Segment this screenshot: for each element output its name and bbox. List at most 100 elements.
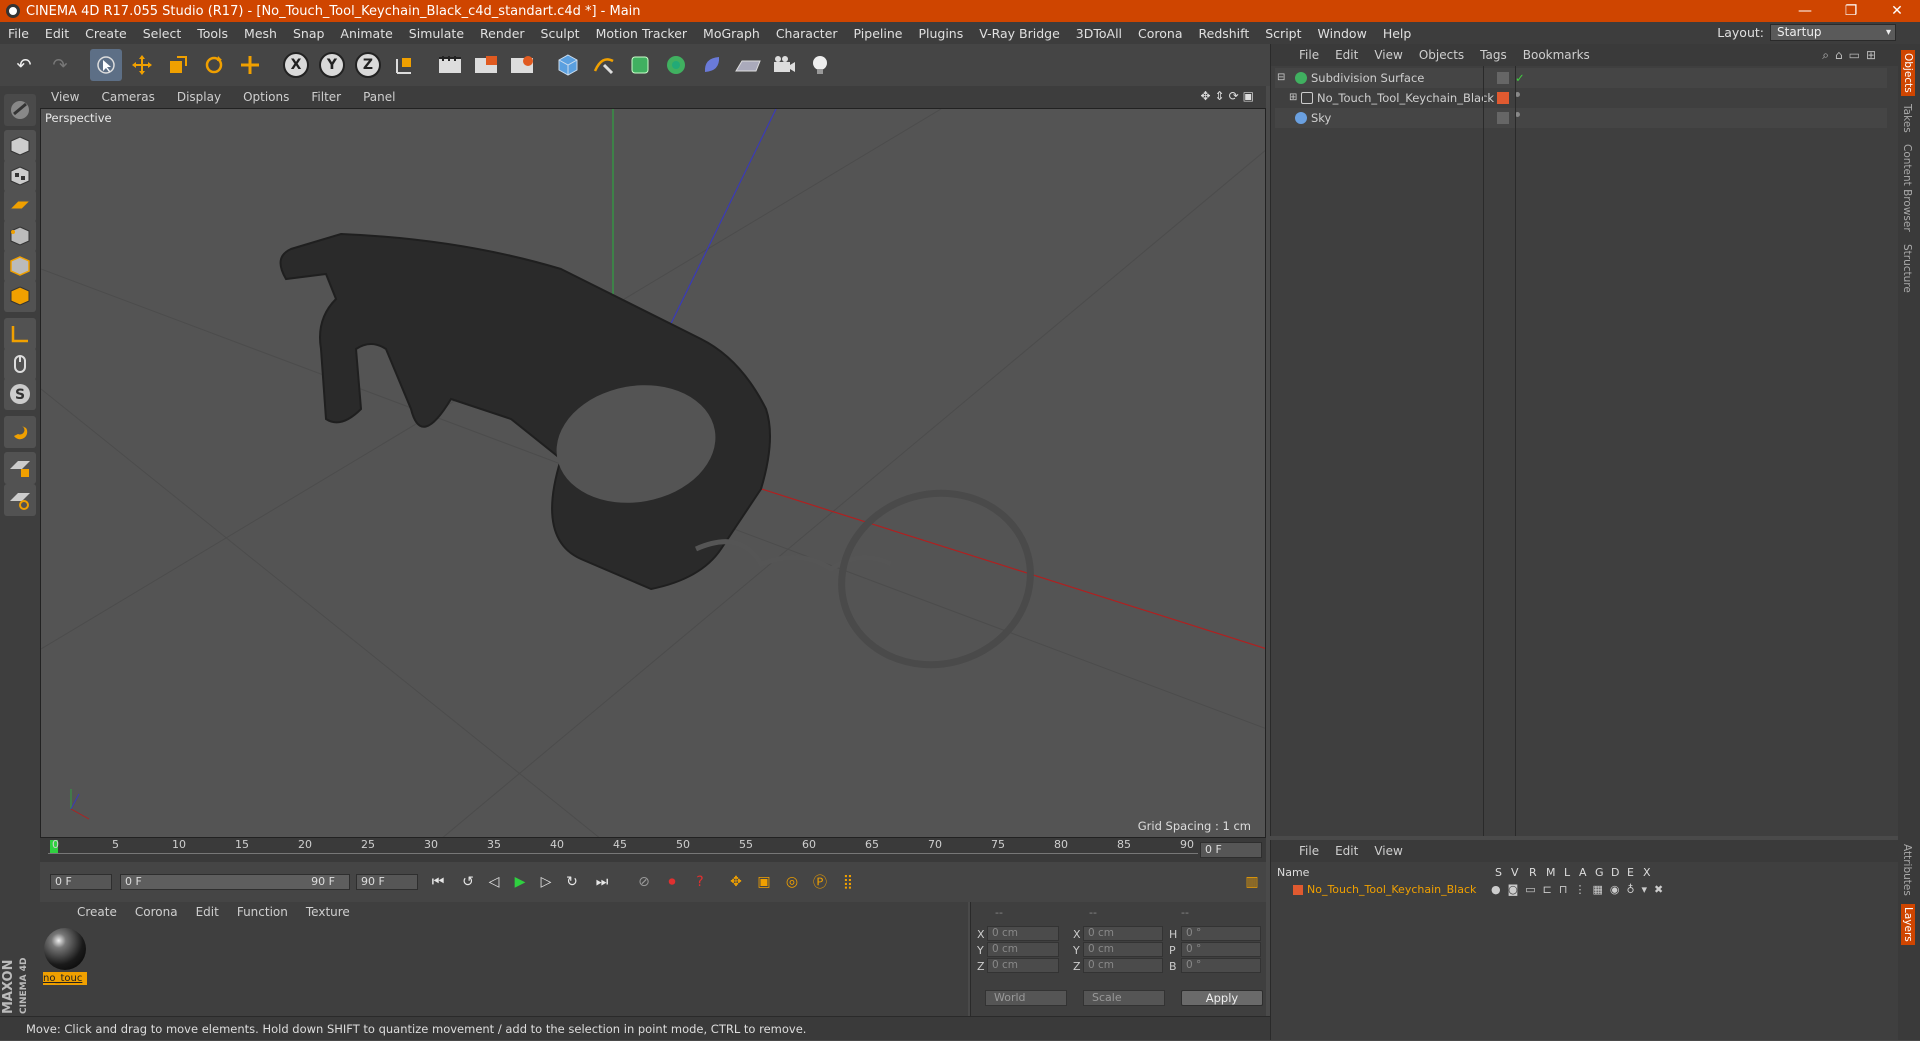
y-axis-lock[interactable]: Y: [316, 49, 348, 81]
collapse-icon[interactable]: ⊟: [1277, 68, 1285, 88]
layer-row[interactable]: No_Touch_Tool_Keychain_Black ●◙▭⊏⊓⋮▦◉♁▾✖: [1277, 882, 1887, 898]
object-menu-tags[interactable]: Tags: [1472, 48, 1515, 62]
frame-range-slider[interactable]: 0 F 90 F: [120, 874, 350, 890]
menu-script[interactable]: Script: [1257, 26, 1309, 41]
redo-button[interactable]: ↷: [44, 49, 76, 81]
layer-menu-view[interactable]: View: [1366, 844, 1410, 858]
render-view-icon[interactable]: [434, 49, 466, 81]
locked-workplane-icon[interactable]: [4, 452, 36, 484]
rotation-b-field[interactable]: 0 °: [1181, 958, 1261, 973]
transform-tool-icon[interactable]: [234, 49, 266, 81]
menu-plugins[interactable]: Plugins: [910, 26, 971, 41]
cube-icon[interactable]: [552, 49, 584, 81]
maximize-button[interactable]: ❐: [1828, 0, 1874, 22]
tab-takes[interactable]: Takes: [1901, 104, 1913, 133]
previous-key-icon[interactable]: ↺: [456, 870, 480, 894]
scale-tool-icon[interactable]: [162, 49, 194, 81]
go-to-start-icon[interactable]: ⏮: [426, 870, 450, 894]
z-axis-lock[interactable]: Z: [352, 49, 384, 81]
deformer-icon[interactable]: [696, 49, 728, 81]
key-rotation-icon[interactable]: ◎: [780, 870, 804, 894]
record-active-icon[interactable]: ⊘: [632, 870, 656, 894]
cloner-icon[interactable]: [660, 49, 692, 81]
texture-mode-icon[interactable]: [4, 160, 36, 192]
points-mode-icon[interactable]: [4, 220, 36, 252]
material-preview-ball[interactable]: [44, 928, 86, 970]
material-menu-function[interactable]: Function: [228, 905, 297, 919]
next-key-icon[interactable]: ↻: [560, 870, 584, 894]
axis-mode-icon[interactable]: [4, 318, 36, 350]
layer-color-swatch[interactable]: [1293, 885, 1303, 895]
size-y-field[interactable]: 0 cm: [1083, 942, 1163, 957]
menu-motion-tracker[interactable]: Motion Tracker: [588, 26, 695, 41]
viewport-menu-display[interactable]: Display: [166, 90, 232, 104]
tab-objects[interactable]: Objects: [1901, 50, 1915, 96]
object-menu-view[interactable]: View: [1366, 48, 1410, 62]
layer-menu-edit[interactable]: Edit: [1327, 844, 1366, 858]
menu-simulate[interactable]: Simulate: [401, 26, 472, 41]
magnet-icon[interactable]: [4, 416, 36, 448]
edges-mode-icon[interactable]: [4, 250, 36, 282]
key-parameter-icon[interactable]: Ⓟ: [808, 870, 832, 894]
menu-select[interactable]: Select: [135, 26, 190, 41]
menu-mograph[interactable]: MoGraph: [695, 26, 768, 41]
workplane-mode-icon[interactable]: [4, 190, 36, 222]
snap-icon[interactable]: S: [4, 378, 36, 410]
viewport-menu-view[interactable]: View: [40, 90, 90, 104]
menu-mesh[interactable]: Mesh: [236, 26, 285, 41]
keyframe-selection-icon[interactable]: ?: [688, 870, 712, 894]
size-z-field[interactable]: 0 cm: [1083, 958, 1163, 973]
key-scale-icon[interactable]: ▣: [752, 870, 776, 894]
viewport-nav-icons[interactable]: ✥⇕⟳▣: [1200, 89, 1258, 103]
x-axis-lock[interactable]: X: [280, 49, 312, 81]
object-row-subdivision-surface[interactable]: ⊟ Subdivision Surface ✓: [1275, 68, 1887, 88]
minimize-button[interactable]: —: [1782, 0, 1828, 22]
end-frame-field[interactable]: 90 F: [356, 874, 418, 890]
layer-tag-icon[interactable]: [1497, 112, 1509, 124]
move-tool-icon[interactable]: [126, 49, 158, 81]
previous-frame-icon[interactable]: ◁: [482, 870, 506, 894]
key-position-icon[interactable]: ✥: [724, 870, 748, 894]
menu-help[interactable]: Help: [1375, 26, 1420, 41]
tab-attributes[interactable]: Attributes: [1901, 844, 1913, 896]
viewport-menu-filter[interactable]: Filter: [300, 90, 352, 104]
autokey-icon[interactable]: ⏺: [660, 870, 684, 894]
menu-animate[interactable]: Animate: [332, 26, 400, 41]
close-button[interactable]: ✕: [1874, 0, 1920, 22]
apply-button[interactable]: Apply: [1181, 990, 1263, 1006]
material-menu-edit[interactable]: Edit: [187, 905, 228, 919]
timeline-ruler[interactable]: 0 5 10 15 20 25 30 35 40 45 50 55 60 65 …: [40, 838, 1266, 862]
menu-character[interactable]: Character: [768, 26, 846, 41]
material-menu-create[interactable]: Create: [68, 905, 126, 919]
render-picture-viewer-icon[interactable]: [470, 49, 502, 81]
viewport-menu-options[interactable]: Options: [232, 90, 300, 104]
light-icon[interactable]: [804, 49, 836, 81]
play-icon[interactable]: ▶: [508, 870, 532, 894]
menu-window[interactable]: Window: [1310, 26, 1375, 41]
layout-select[interactable]: Startup: [1770, 24, 1896, 41]
go-to-end-icon[interactable]: ⏭: [590, 870, 614, 894]
current-frame-field[interactable]: 0 F: [1200, 842, 1262, 858]
model-mode-icon[interactable]: [4, 130, 36, 162]
menu-3dtoall[interactable]: 3DToAll: [1068, 26, 1130, 41]
size-x-field[interactable]: 0 cm: [1083, 926, 1163, 941]
polygons-mode-icon[interactable]: [4, 280, 36, 312]
object-menu-bookmarks[interactable]: Bookmarks: [1515, 48, 1598, 62]
position-x-field[interactable]: 0 cm: [987, 926, 1059, 941]
viewport-menu-panel[interactable]: Panel: [352, 90, 406, 104]
object-manager-nav-icons[interactable]: ⌕⌂▭⊞: [1814, 48, 1890, 63]
rotation-p-field[interactable]: 0 °: [1181, 942, 1261, 957]
menu-pipeline[interactable]: Pipeline: [846, 26, 911, 41]
layer-tag-icon[interactable]: [1497, 72, 1509, 84]
tweak-mode-icon[interactable]: [4, 348, 36, 380]
object-menu-edit[interactable]: Edit: [1327, 48, 1366, 62]
rotate-tool-icon[interactable]: [198, 49, 230, 81]
perspective-viewport[interactable]: Perspective Grid Spacing : 1 cm: [40, 108, 1266, 838]
expand-icon[interactable]: ⊞: [1289, 88, 1297, 108]
menu-file[interactable]: File: [0, 26, 37, 41]
scale-mode-select[interactable]: Scale: [1083, 990, 1165, 1006]
position-z-field[interactable]: 0 cm: [987, 958, 1059, 973]
menu-vray-bridge[interactable]: V-Ray Bridge: [971, 26, 1068, 41]
key-pla-icon[interactable]: ⣿: [836, 870, 860, 894]
planar-workplane-icon[interactable]: [4, 484, 36, 516]
